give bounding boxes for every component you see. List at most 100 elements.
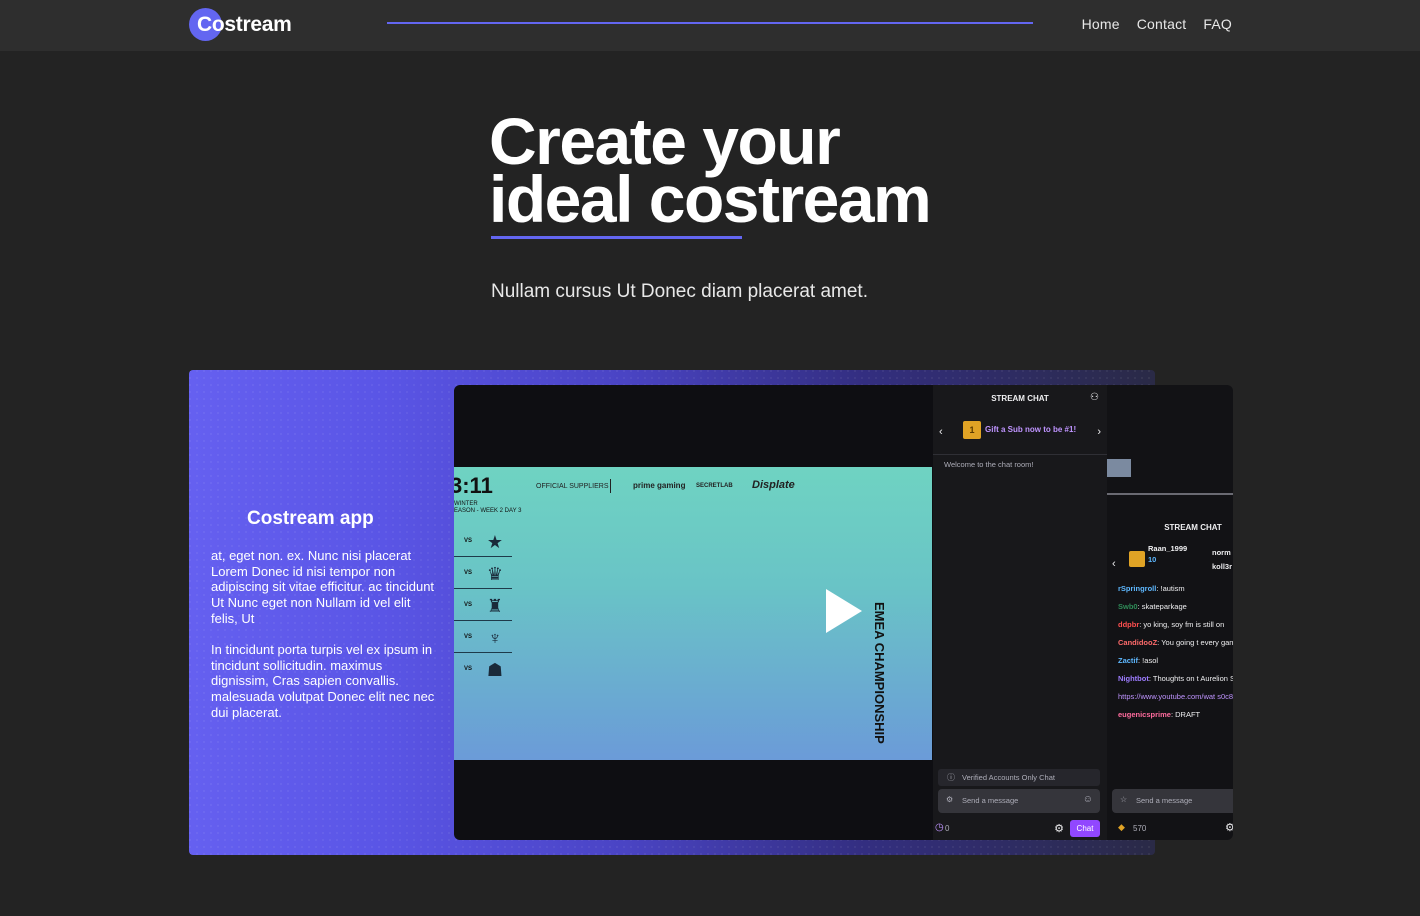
second-stream-panel: STREAM CHAT ‹ Raan_1999 10 norm koll3r r… — [1107, 385, 1233, 840]
video-frame: 3:11 WINTER EASON - WEEK 2 DAY 3 OFFICIA… — [454, 467, 932, 760]
team-row: VS ☗ — [454, 655, 512, 685]
chat-divider — [933, 454, 1107, 455]
side-channel-points: 570 — [1133, 824, 1147, 833]
gifter-2: norm — [1212, 548, 1231, 557]
chevron-left-icon[interactable]: ‹ — [1112, 558, 1116, 570]
chat-username[interactable]: CandidooZ — [1118, 638, 1157, 647]
logo-text: Costream — [197, 13, 292, 36]
chat-text: : skateparkage — [1137, 602, 1187, 611]
chat-header: STREAM CHAT — [991, 394, 1049, 403]
chat-username[interactable]: eugenicsprime — [1118, 710, 1171, 719]
chat-username[interactable]: Zactif — [1118, 656, 1138, 665]
chat-messages: rSpringroll: !autism Swb0: skateparkage … — [1118, 583, 1233, 727]
chat-send-button[interactable]: Chat — [1070, 820, 1100, 837]
gift-sub-banner[interactable]: ‹ 1 Gift a Sub now to be #1! › — [933, 415, 1107, 451]
top-gifter-count: 10 — [1148, 555, 1157, 564]
users-icon[interactable]: ⚇ — [1090, 392, 1099, 403]
season-line-2: EASON - WEEK 2 DAY 3 — [454, 508, 522, 514]
chat-bottom-bar: ◷ 0 ⚙ Chat — [933, 819, 1107, 839]
chat-text: : yo king, soy fm is still on — [1139, 620, 1225, 629]
hero-title-line2: ideal costream — [489, 162, 932, 236]
info-icon: ⓘ — [947, 773, 955, 782]
sponsor-prime-gaming: prime gaming — [633, 481, 686, 490]
team-row: VS ★ — [454, 527, 512, 557]
gift-sub-text: Gift a Sub now to be #1! — [985, 425, 1077, 434]
emoji-icon[interactable]: ☺ — [1083, 794, 1093, 805]
chevron-right-icon[interactable]: › — [1097, 426, 1101, 438]
chat-text: : !asol — [1138, 656, 1159, 665]
chat-link[interactable]: https://www.youtube.com/wat s0c8G6kM&t=1… — [1118, 692, 1233, 701]
team-row: VS ♛ — [454, 559, 512, 589]
helmet-team-icon: ☗ — [486, 660, 504, 680]
send-message-input[interactable]: ⚙ Send a message ☺ — [938, 789, 1100, 813]
vs-label: VS — [464, 602, 473, 608]
points-icon[interactable]: ◷ — [935, 822, 944, 833]
gifter-3: koll3r — [1212, 562, 1233, 571]
stream-chat-panel: STREAM CHAT ⚇ ‹ 1 Gift a Sub now to be #… — [933, 385, 1107, 840]
chat-text: : You going t every game today of LCS? @… — [1157, 638, 1233, 647]
channel-points: 0 — [945, 824, 950, 833]
points-icon[interactable]: ◆ — [1118, 822, 1125, 833]
video-player[interactable]: 3:11 WINTER EASON - WEEK 2 DAY 3 OFFICIA… — [454, 385, 934, 840]
chat-message: https://www.youtube.com/wat s0c8G6kM&t=1… — [1118, 691, 1233, 703]
chat-username[interactable]: ddpbr — [1118, 620, 1139, 629]
chat-message: rSpringroll: !autism — [1118, 583, 1233, 595]
verified-chat-notice: ⓘ Verified Accounts Only Chat — [938, 769, 1100, 786]
gear-icon[interactable]: ⚙ — [1054, 822, 1064, 835]
logo[interactable]: Costream — [189, 8, 309, 42]
chat-username[interactable]: rSpringroll — [1118, 584, 1156, 593]
chat-text: : Thoughts on t Aurelion Sol Rework - ta… — [1148, 674, 1233, 683]
stream-thumbnail — [1107, 459, 1131, 477]
top-gifter-name: Raan_1999 — [1148, 544, 1188, 553]
championship-label: EMEA CHAMPIONSHIP — [872, 602, 887, 744]
vs-label: VS — [464, 666, 473, 672]
nav-links: Home Contact FAQ — [1082, 16, 1232, 32]
top-gifter: Raan_1999 10 — [1148, 543, 1187, 565]
vs-label: VS — [464, 634, 473, 640]
side-chat-header: STREAM CHAT — [1164, 523, 1222, 532]
chat-username[interactable]: Swb0 — [1118, 602, 1138, 611]
lion-team-icon: ♛ — [486, 564, 504, 584]
hero-underline — [491, 236, 742, 239]
team-row: VS ♆ — [454, 623, 512, 653]
badge-icon: ☆ — [1120, 795, 1128, 804]
side-send-message-input[interactable]: ☆ Send a message — [1112, 789, 1233, 813]
chevron-left-icon[interactable]: ‹ — [939, 426, 943, 438]
nav-contact-link[interactable]: Contact — [1137, 16, 1187, 32]
card-paragraph-2: In tincidunt porta turpis vel ex ipsum i… — [211, 642, 435, 720]
team-row: VS ♜ — [454, 591, 512, 621]
chat-message: eugenicsprime: DRAFT — [1118, 709, 1233, 721]
chat-username[interactable]: Nightbot — [1118, 674, 1149, 683]
badge-icon: ⚙ — [946, 795, 954, 804]
sponsor-displate: Displate — [752, 479, 795, 491]
other-gifters: norm koll3r — [1212, 546, 1232, 574]
wings-team-icon: ♆ — [488, 628, 502, 648]
match-timer: 3:11 — [454, 473, 493, 498]
season-line-1: WINTER — [454, 501, 478, 507]
chat-message: Swb0: skateparkage — [1118, 601, 1233, 613]
hero-subtitle: Nullam cursus Ut Donec diam placerat ame… — [491, 281, 868, 302]
verified-text: Verified Accounts Only Chat — [962, 773, 1055, 782]
star-team-icon: ★ — [486, 532, 504, 552]
gift-icon — [1129, 551, 1145, 567]
chat-message: CandidooZ: You going t every game today … — [1118, 637, 1233, 649]
gear-icon[interactable]: ⚙ — [1225, 821, 1233, 834]
vs-label: VS — [464, 570, 473, 576]
progress-strip — [1107, 493, 1233, 495]
card-title: Costream app — [247, 508, 374, 529]
chat-message: Nightbot: Thoughts on t Aurelion Sol Rew… — [1118, 673, 1233, 685]
gift-icon: 1 — [963, 421, 981, 439]
chat-message: Zactif: !asol — [1118, 655, 1233, 667]
chat-welcome: Welcome to the chat room! — [944, 460, 1034, 469]
vs-label: VS — [464, 538, 473, 544]
play-icon[interactable] — [826, 589, 862, 633]
suppliers-label: OFFICIAL SUPPLIERS — [536, 483, 609, 490]
card-paragraph-1: at, eget non. ex. Nunc nisi placerat Lor… — [211, 548, 435, 626]
nav-faq-link[interactable]: FAQ — [1203, 16, 1232, 32]
hero-title: Create your ideal costream — [489, 108, 932, 236]
nav-home-link[interactable]: Home — [1082, 16, 1120, 32]
season-label: WINTER EASON - WEEK 2 DAY 3 — [454, 501, 521, 515]
nav-divider-line — [387, 22, 1033, 24]
send-placeholder: Send a message — [962, 796, 1019, 805]
sponsor-secretlab: SECRETLAB — [696, 483, 733, 489]
